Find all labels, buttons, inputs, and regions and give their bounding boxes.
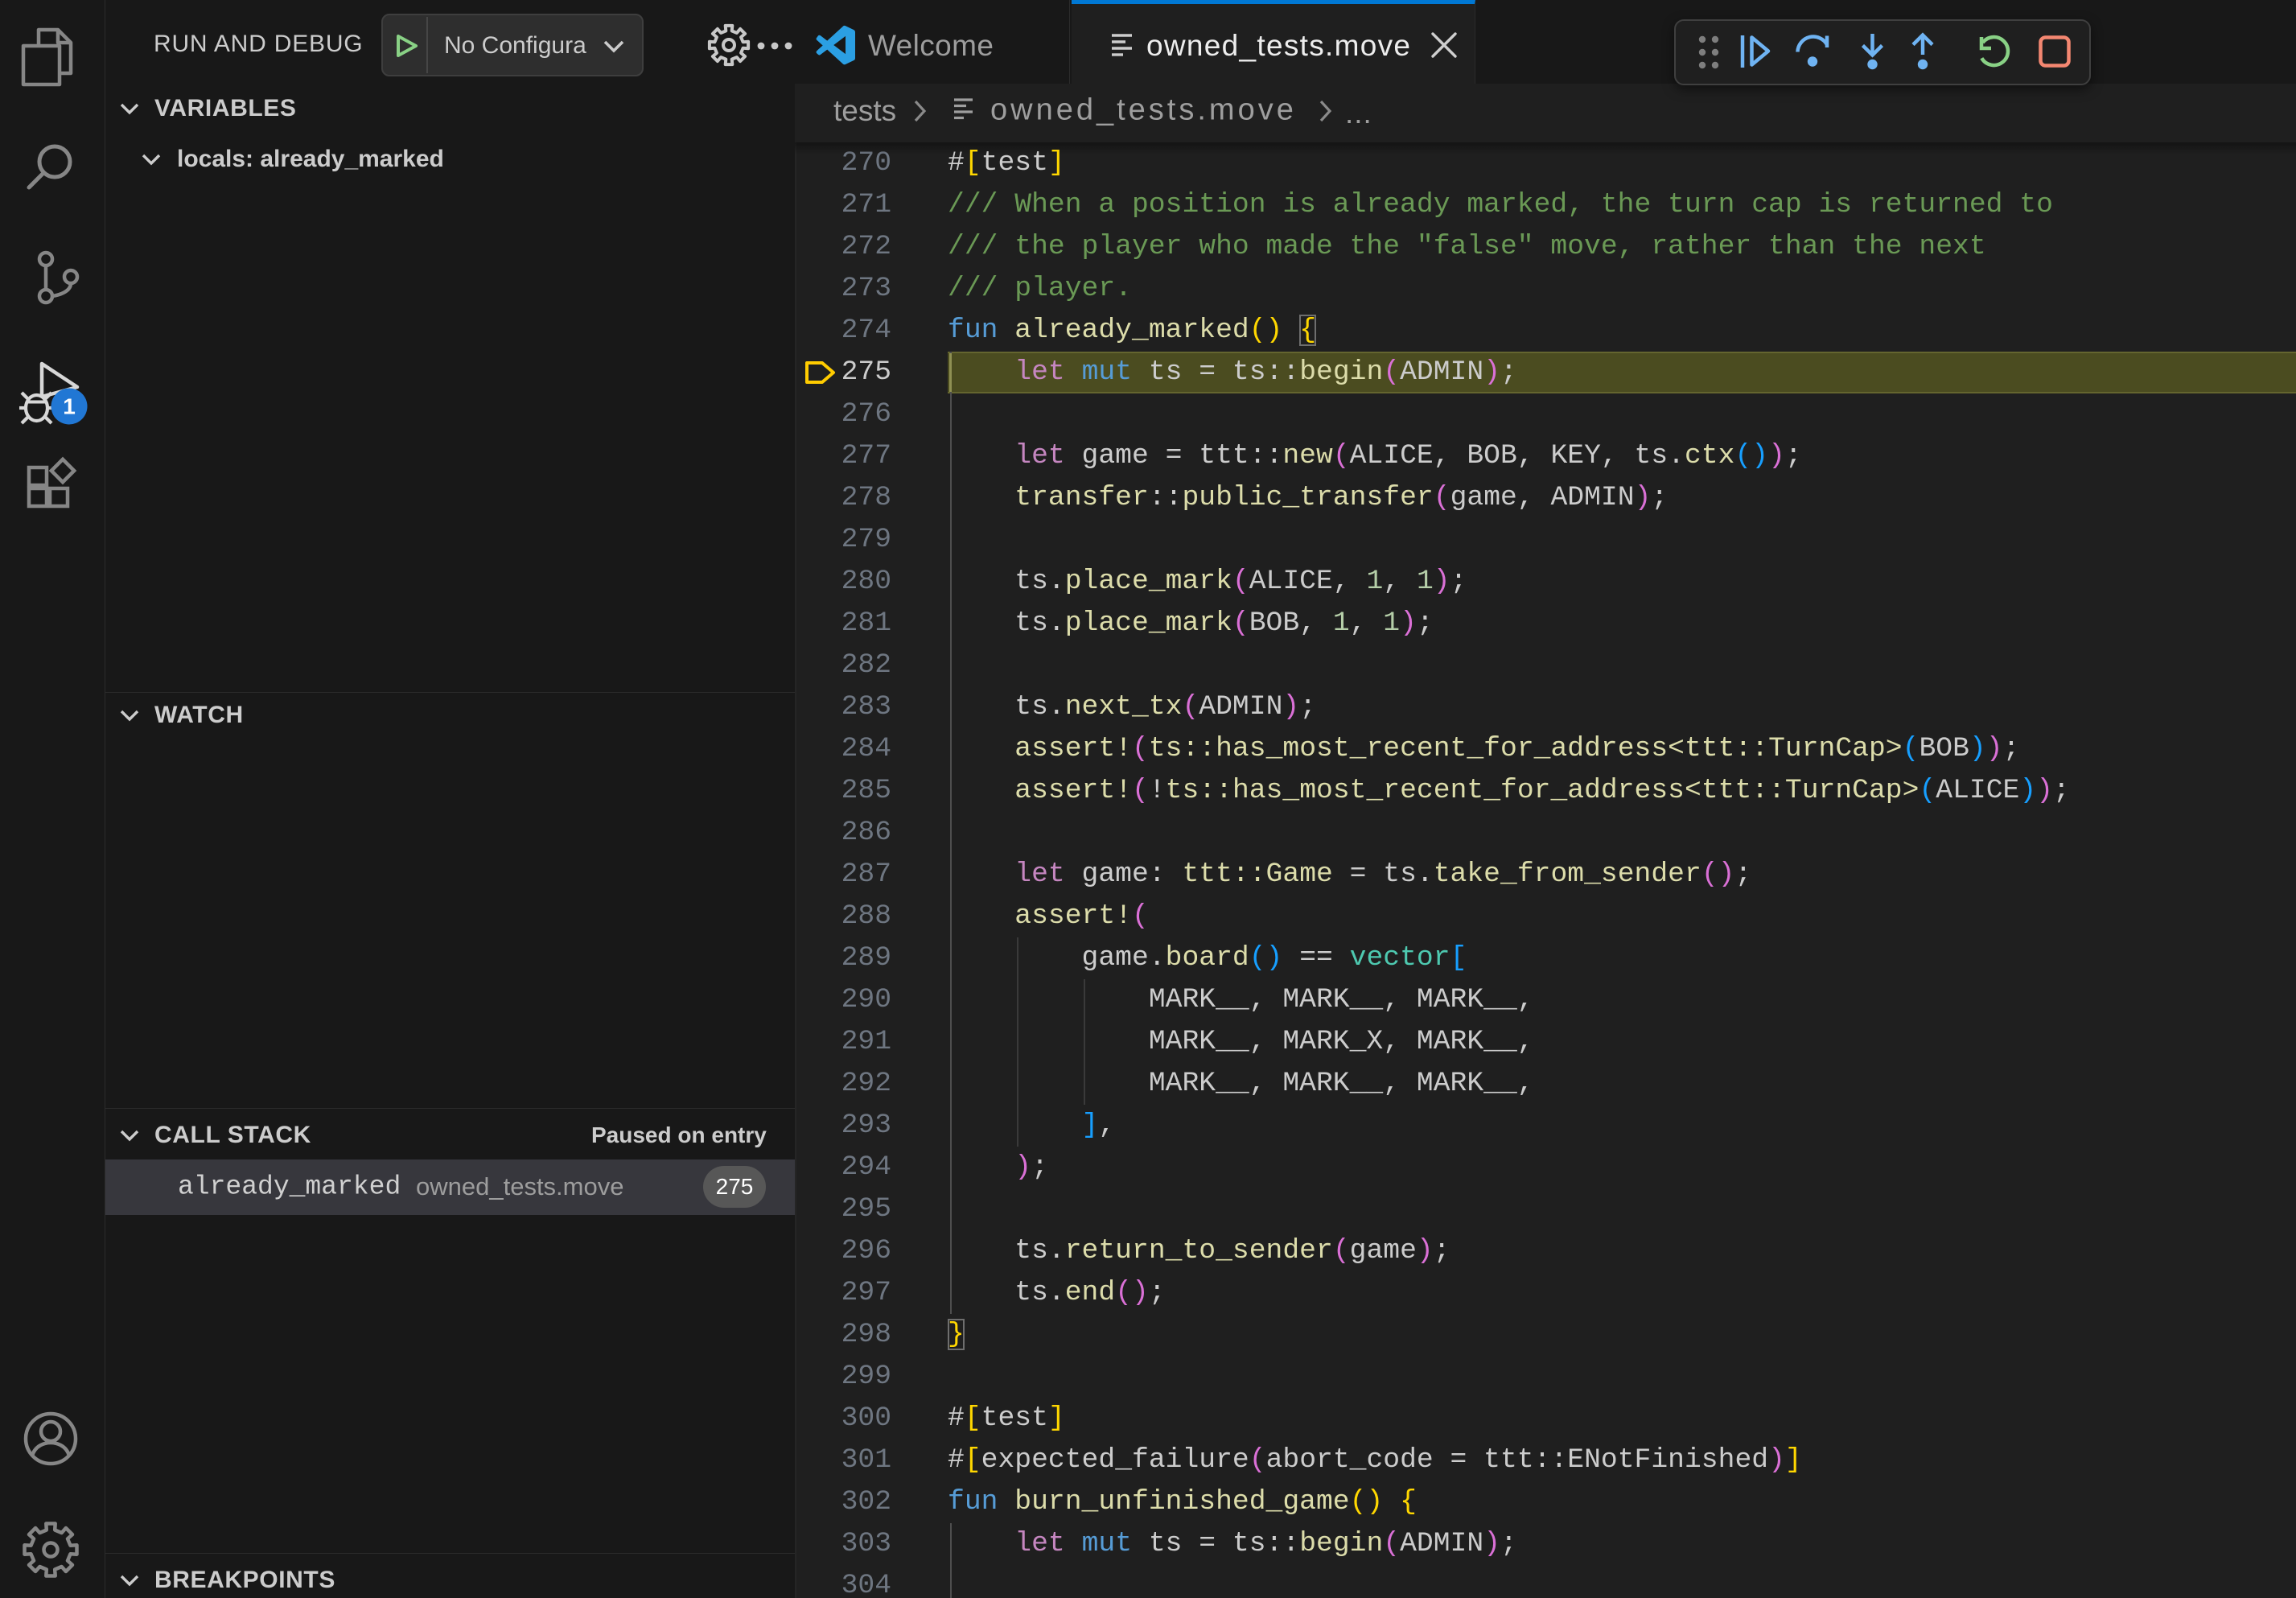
svg-text:1: 1 (63, 394, 76, 419)
